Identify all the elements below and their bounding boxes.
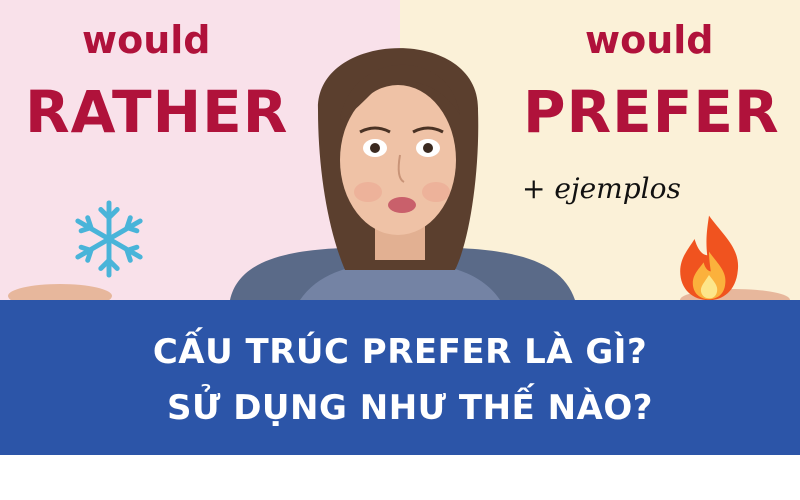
banner-title-line2: SỬ DỤNG NHƯ THẾ NÀO?	[166, 388, 654, 428]
flame-icon	[680, 215, 739, 301]
left-top-word: would	[82, 18, 211, 62]
right-top-word: would	[585, 18, 714, 62]
snowflake-icon	[75, 200, 143, 278]
right-main-word: PREFER	[523, 78, 780, 146]
bottom-margin	[0, 455, 800, 500]
banner-title-line1: CẤU TRÚC PREFER LÀ GÌ?	[152, 332, 648, 372]
ejemplos-note: + ejemplos	[522, 172, 681, 205]
left-main-word: RATHER	[25, 78, 289, 146]
title-banner: CẤU TRÚC PREFER LÀ GÌ? SỬ DỤNG NHƯ THẾ N…	[0, 300, 800, 455]
